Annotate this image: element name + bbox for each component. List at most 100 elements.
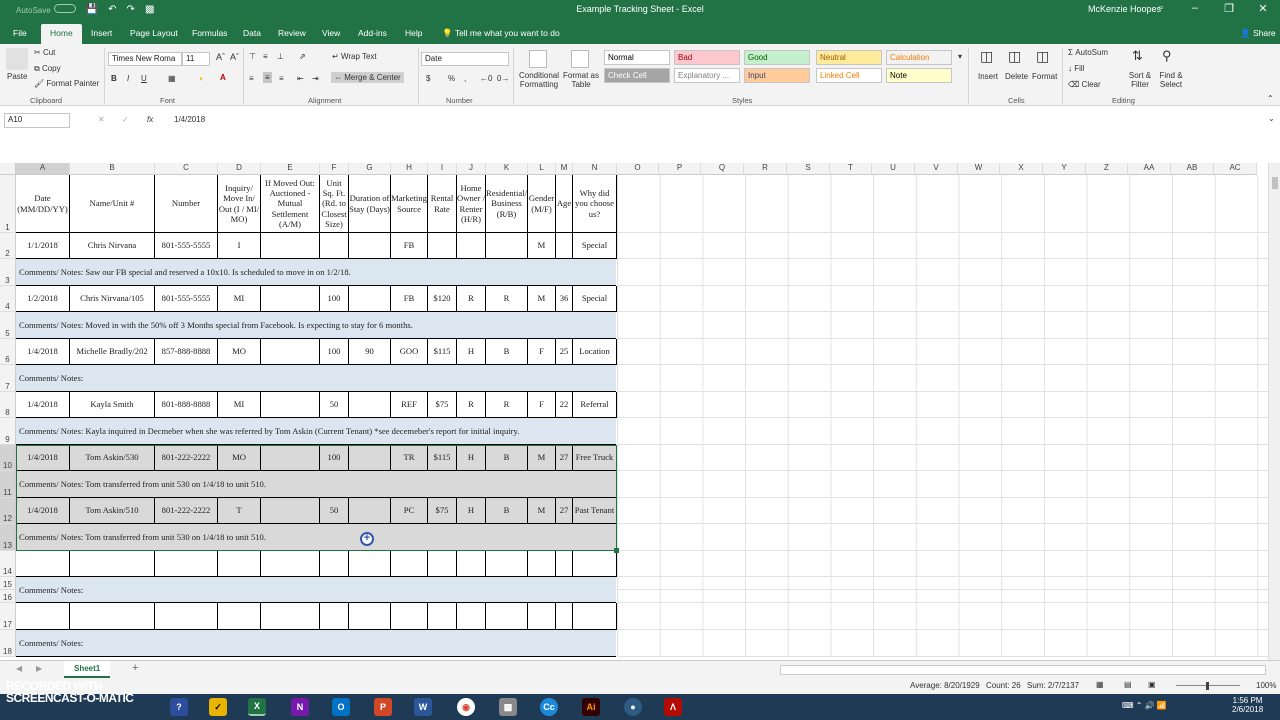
gallery-scroll-icon[interactable]: ▾	[958, 52, 962, 61]
column-header[interactable]: Y	[1043, 163, 1086, 175]
empty-cells[interactable]	[617, 286, 1268, 312]
row-header[interactable]: 18	[0, 630, 16, 657]
table-cell[interactable]	[261, 551, 320, 577]
tab-file[interactable]: File	[13, 28, 27, 38]
zoom-level[interactable]: 100%	[1256, 681, 1276, 690]
minimize-icon[interactable]: –	[1178, 2, 1212, 15]
table-cell[interactable]	[320, 603, 349, 630]
orientation-icon[interactable]: ⇗	[299, 52, 306, 61]
prev-sheet-icon[interactable]: ◀	[16, 664, 22, 673]
cell-style-good[interactable]: Good	[744, 50, 810, 65]
zoom-slider-thumb[interactable]	[1206, 682, 1209, 690]
table-cell[interactable]	[261, 392, 320, 418]
table-cell[interactable]: REF	[391, 392, 428, 418]
empty-cells[interactable]	[617, 630, 1268, 657]
share-button[interactable]: 👤 Share	[1240, 28, 1276, 39]
align-middle-icon[interactable]: ≡	[263, 52, 268, 61]
table-cell[interactable]: Location	[573, 339, 617, 365]
table-cell[interactable]	[391, 551, 428, 577]
number-format-select[interactable]: Date	[421, 52, 509, 66]
empty-cells[interactable]	[617, 259, 1268, 286]
table-cell[interactable]	[573, 603, 617, 630]
align-center-icon[interactable]: ≡	[263, 72, 272, 83]
tab-data[interactable]: Data	[243, 28, 261, 38]
table-cell[interactable]	[70, 551, 155, 577]
table-cell[interactable]: Special	[573, 233, 617, 259]
acrobat-icon[interactable]: Λ	[664, 698, 682, 716]
table-cell[interactable]	[486, 551, 528, 577]
page-layout-view-icon[interactable]: ▤	[1124, 680, 1132, 689]
creative-cloud-icon[interactable]: Cc	[540, 698, 558, 716]
collapse-ribbon-icon[interactable]: ⌃	[1267, 94, 1274, 103]
table-cell[interactable]	[486, 603, 528, 630]
table-cell[interactable]	[261, 286, 320, 312]
comments-notes-row[interactable]: Comments/ Notes: Moved in with the 50% o…	[16, 312, 616, 339]
table-cell[interactable]: R	[486, 286, 528, 312]
cancel-formula-icon[interactable]: ✕	[98, 115, 105, 124]
underline-icon[interactable]: U	[141, 74, 147, 83]
delete-button[interactable]: Delete	[1005, 72, 1028, 81]
format-as-table-button[interactable]: Format as Table	[563, 71, 599, 90]
row-header[interactable]: 14	[0, 551, 16, 577]
table-cell[interactable]	[556, 551, 573, 577]
table-cell[interactable]	[349, 233, 391, 259]
table-cell[interactable]	[556, 233, 573, 259]
column-header[interactable]: AC	[1214, 163, 1257, 175]
align-left-icon[interactable]: ≡	[249, 74, 254, 83]
table-cell[interactable]: 1/4/2018	[16, 392, 70, 418]
comments-notes-row[interactable]: Comments/ Notes: Kayla inquired in Decme…	[16, 418, 616, 445]
column-header[interactable]: G	[349, 163, 391, 175]
cell-style-bad[interactable]: Bad	[674, 50, 740, 65]
empty-cells[interactable]	[617, 498, 1268, 524]
clock[interactable]: 1:56 PM 2/6/2018	[1232, 696, 1263, 714]
scroll-thumb[interactable]	[1272, 177, 1278, 189]
word-icon[interactable]: W	[414, 698, 432, 716]
table-cell[interactable]	[457, 603, 486, 630]
system-tray-icons[interactable]: ⌨ ⌃ 🔊 📶	[1122, 701, 1167, 710]
column-header[interactable]: AA	[1128, 163, 1171, 175]
row-header[interactable]: 3	[0, 259, 16, 286]
table-cell[interactable]: 1/1/2018	[16, 233, 70, 259]
cell-style-calculation[interactable]: Calculation	[886, 50, 952, 65]
app-icon[interactable]: ▩	[499, 698, 517, 716]
select-all-corner[interactable]	[0, 163, 16, 175]
table-cell[interactable]: Special	[573, 286, 617, 312]
sort-filter-button[interactable]: Sort & Filter	[1126, 71, 1154, 90]
column-header[interactable]: X	[1000, 163, 1043, 175]
column-header[interactable]: N	[573, 163, 617, 175]
column-header[interactable]: B	[70, 163, 155, 175]
table-cell[interactable]	[428, 233, 457, 259]
illustrator-icon[interactable]: Ai	[582, 698, 600, 716]
table-cell[interactable]: R	[457, 392, 486, 418]
table-cell[interactable]: $120	[428, 286, 457, 312]
cell-style-linked-cell[interactable]: Linked Cell	[816, 68, 882, 83]
decrease-decimal-icon[interactable]: 0→	[497, 74, 509, 83]
empty-cells[interactable]	[617, 233, 1268, 259]
table-cell[interactable]: B	[486, 339, 528, 365]
column-header[interactable]: I	[428, 163, 457, 175]
merge-center-button[interactable]: ⇔ Merge & Center	[331, 72, 404, 83]
tab-help[interactable]: Help	[405, 28, 422, 38]
tab-home[interactable]: Home	[41, 24, 82, 44]
column-header[interactable]: T	[830, 163, 872, 175]
table-cell[interactable]: 50	[320, 392, 349, 418]
empty-cells[interactable]	[617, 603, 1268, 630]
autosum-button[interactable]: Σ AutoSum	[1068, 48, 1108, 57]
table-cell[interactable]: 801-555-5555	[155, 286, 218, 312]
table-cell[interactable]	[428, 603, 457, 630]
table-cell[interactable]: F	[528, 392, 556, 418]
increase-indent-icon[interactable]: ⇥	[312, 74, 319, 83]
empty-cells[interactable]	[617, 590, 1268, 603]
cut-button[interactable]: ✂ Cut	[34, 48, 55, 57]
table-cell[interactable]	[16, 603, 70, 630]
table-cell[interactable]	[457, 233, 486, 259]
table-cell[interactable]	[320, 233, 349, 259]
table-cell[interactable]: 857-888-8888	[155, 339, 218, 365]
next-sheet-icon[interactable]: ▶	[36, 664, 42, 673]
row-header[interactable]: 4	[0, 286, 16, 312]
borders-icon[interactable]: ▦	[168, 74, 176, 83]
table-cell[interactable]: Chris Nirvana	[70, 233, 155, 259]
tab-review[interactable]: Review	[278, 28, 306, 38]
table-cell[interactable]	[70, 603, 155, 630]
record-icon[interactable]: ●	[624, 698, 642, 716]
